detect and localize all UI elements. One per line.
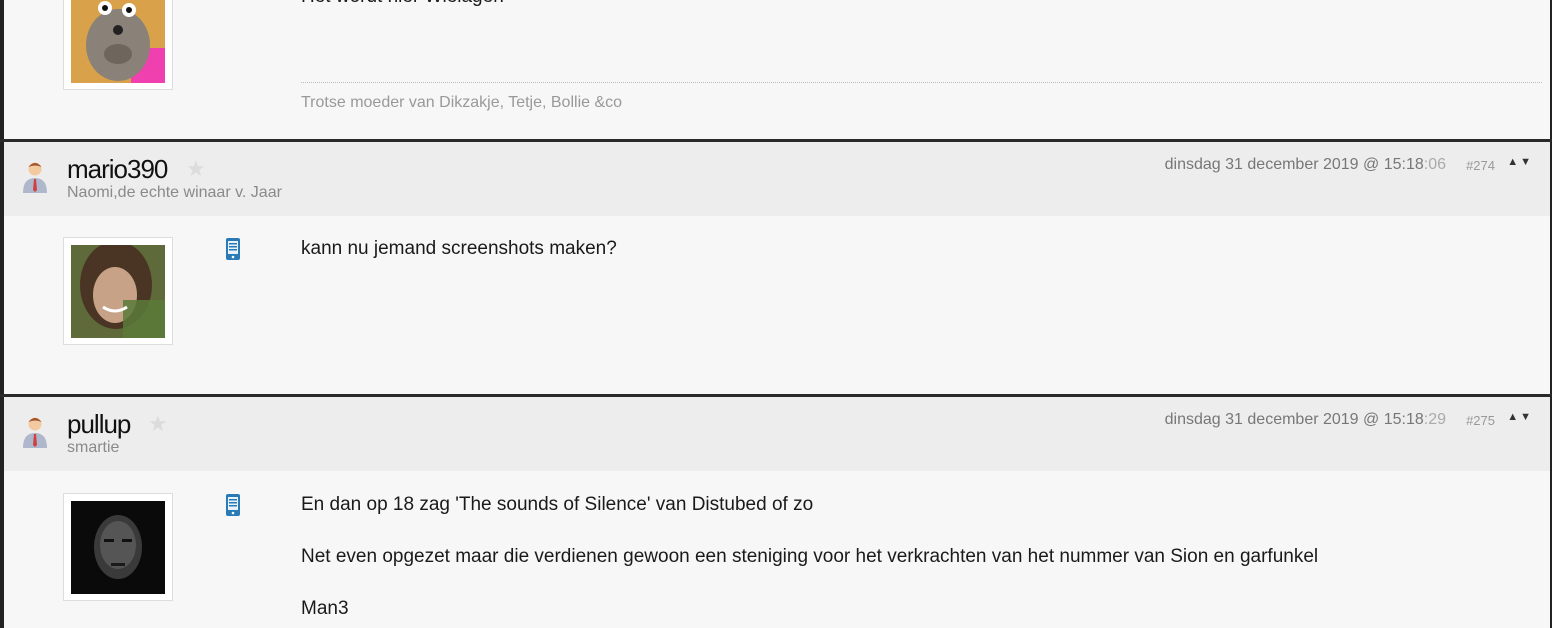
post-message: kann nu jemand screenshots maken? (301, 238, 617, 259)
up-down-arrows-icon[interactable]: ▲▼ (1507, 411, 1533, 423)
username[interactable]: pullup (67, 409, 131, 440)
avatar[interactable] (63, 0, 173, 90)
post-header: mario390 ★ Naomi,de echte winaar v. Jaar… (4, 142, 1550, 216)
post-date: dinsdag 31 december 2019 @ 15:18:06 (1164, 156, 1446, 173)
star-icon[interactable]: ★ (148, 411, 168, 437)
avatar-image (71, 0, 165, 83)
post-previous: Het wordt hier Wielagen Trotse moeder va… (4, 0, 1550, 139)
post-date-seconds: :29 (1423, 411, 1446, 428)
mobile-device-icon (224, 238, 242, 260)
user-title: smartie (67, 439, 120, 456)
post-274: mario390 ★ Naomi,de echte winaar v. Jaar… (4, 142, 1550, 394)
star-icon[interactable]: ★ (186, 156, 206, 182)
post-message-line: En dan op 18 zag 'The sounds of Silence'… (301, 494, 814, 515)
signature-divider (301, 82, 1542, 83)
signature: Trotse moeder van Dikzakje, Tetje, Bolli… (301, 94, 623, 111)
up-down-arrows-icon[interactable]: ▲▼ (1507, 156, 1533, 168)
avatar[interactable] (63, 237, 173, 345)
mobile-device-icon (224, 0, 242, 8)
post-message: Het wordt hier Wielagen (301, 0, 504, 10)
post-date-seconds: :06 (1423, 156, 1446, 173)
post-date: dinsdag 31 december 2019 @ 15:18:29 (1164, 411, 1446, 428)
user-icon (20, 415, 50, 449)
avatar-image (71, 501, 165, 594)
post-number[interactable]: #275 (1466, 413, 1495, 428)
post-number[interactable]: #274 (1466, 158, 1495, 173)
avatar[interactable] (63, 493, 173, 601)
post-275: pullup ★ smartie dinsdag 31 december 201… (4, 397, 1550, 628)
post-message-line: Man3 (301, 598, 349, 619)
post-message-line: Net even opgezet maar die verdienen gewo… (301, 546, 1319, 567)
username[interactable]: mario390 (67, 154, 168, 185)
user-icon (20, 160, 50, 194)
post-header: pullup ★ smartie dinsdag 31 december 201… (4, 397, 1550, 471)
avatar-image (71, 245, 165, 338)
mobile-device-icon (224, 494, 242, 516)
user-title: Naomi,de echte winaar v. Jaar (67, 184, 282, 201)
